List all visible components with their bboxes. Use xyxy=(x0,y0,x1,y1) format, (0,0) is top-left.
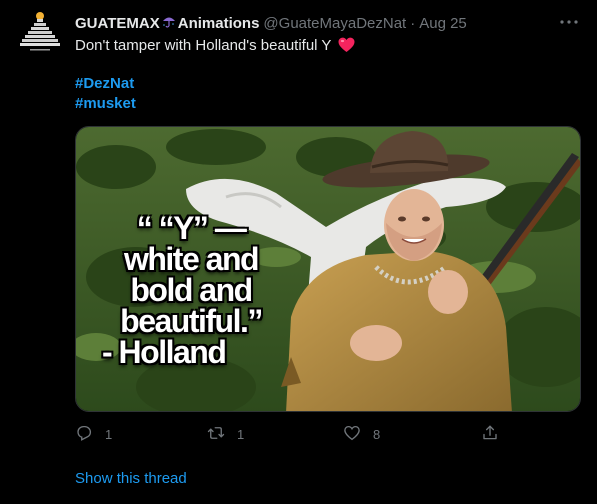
like-button[interactable]: 8 xyxy=(343,424,380,445)
reply-icon xyxy=(75,424,93,445)
tweet-header: GUATEMAX Animations @GuateMayaDezNat · A… xyxy=(75,13,557,35)
umbrella-rain-icon xyxy=(161,13,177,35)
like-icon xyxy=(343,424,361,445)
tweet-media-image[interactable]: “ “Y” — white and bold and beautiful.” -… xyxy=(75,126,581,412)
display-name-text[interactable]: GUATEMAX xyxy=(75,14,160,34)
tweet-text-body: Don't tamper with Holland's beautiful Y xyxy=(75,37,332,54)
tweet[interactable]: GUATEMAX Animations @GuateMayaDezNat · A… xyxy=(0,0,597,504)
tweet-text: Don't tamper with Holland's beautiful Y xyxy=(75,36,355,59)
separator: · xyxy=(410,15,416,32)
hashtag-link-musket[interactable]: #musket xyxy=(75,94,136,114)
display-name-suffix[interactable]: Animations xyxy=(178,14,260,34)
user-handle[interactable]: @GuateMayaDezNat xyxy=(263,14,406,34)
caption-line: bold and xyxy=(130,272,253,308)
caption-line: white and xyxy=(123,241,260,277)
caption-line: “ “Y” — xyxy=(136,210,247,246)
heart-emoji-icon xyxy=(338,37,355,59)
hashtag-link-deznat[interactable]: #DezNat xyxy=(75,74,136,94)
hashtags: #DezNat #musket xyxy=(75,74,136,114)
retweet-button[interactable]: 1 xyxy=(207,424,244,445)
share-button[interactable] xyxy=(481,424,499,445)
show-thread-link[interactable]: Show this thread xyxy=(75,469,187,489)
meme-caption: “ “Y” — white and bold and beautiful.” -… xyxy=(96,210,286,370)
caption-line: beautiful.” xyxy=(120,303,263,339)
avatar[interactable] xyxy=(16,10,64,58)
retweet-icon xyxy=(207,424,225,445)
retweet-count: 1 xyxy=(237,427,245,442)
like-count: 8 xyxy=(373,427,381,442)
reply-count: 1 xyxy=(105,427,113,442)
display-name[interactable]: GUATEMAX Animations xyxy=(75,13,259,35)
reply-button[interactable]: 1 xyxy=(75,424,112,445)
tweet-date[interactable]: Aug 25 xyxy=(419,14,467,34)
share-icon xyxy=(481,424,499,445)
tweet-actions: 1 1 8 xyxy=(75,424,515,444)
more-horizontal-icon[interactable] xyxy=(557,12,581,32)
caption-author: - Holland xyxy=(102,334,227,370)
